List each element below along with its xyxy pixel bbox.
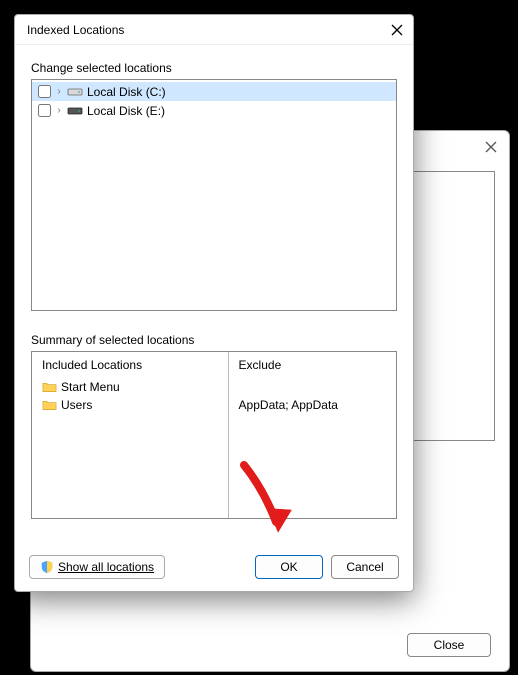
close-icon[interactable]: [389, 22, 405, 38]
tree-checkbox[interactable]: [38, 85, 51, 98]
tree-row-c[interactable]: › Local Disk (C:): [32, 82, 396, 101]
list-item-label: Users: [61, 398, 92, 412]
chevron-right-icon[interactable]: ›: [55, 105, 63, 116]
dialog-title: Indexed Locations: [27, 23, 124, 37]
folder-icon: [42, 399, 57, 411]
close-icon[interactable]: [483, 139, 499, 155]
tree-label: Local Disk (E:): [87, 104, 165, 118]
show-all-locations-button[interactable]: Show all locations: [29, 555, 165, 579]
list-item-label: Start Menu: [61, 380, 120, 394]
dialog-body: Change selected locations › Local Disk (…: [15, 45, 413, 547]
change-locations-label: Change selected locations: [31, 61, 397, 75]
exclude-text: AppData; AppData: [239, 398, 338, 412]
show-all-label: Show all locations: [58, 560, 154, 574]
tree-label: Local Disk (C:): [87, 85, 166, 99]
dialog-footer: Show all locations OK Cancel: [15, 547, 413, 591]
titlebar: Indexed Locations: [15, 15, 413, 45]
exclude-column: Exclude AppData; AppData: [229, 352, 396, 518]
close-button[interactable]: Close: [407, 633, 491, 657]
included-header: Included Locations: [42, 358, 218, 372]
included-column: Included Locations Start Menu Users: [32, 352, 229, 518]
exclude-header: Exclude: [239, 358, 386, 372]
tree-row-e[interactable]: › Local Disk (E:): [32, 101, 396, 120]
list-item[interactable]: Start Menu: [42, 378, 218, 396]
summary-box: Included Locations Start Menu Users Excl…: [31, 351, 397, 519]
drive-icon: [67, 86, 83, 98]
tree-checkbox[interactable]: [38, 104, 51, 117]
indexed-locations-dialog: Indexed Locations Change selected locati…: [14, 14, 414, 592]
drive-icon: [67, 105, 83, 117]
list-item[interactable]: Users: [42, 396, 218, 414]
chevron-right-icon[interactable]: ›: [55, 86, 63, 97]
exclude-value: AppData; AppData: [239, 396, 386, 414]
shield-icon: [40, 560, 54, 574]
ok-button[interactable]: OK: [255, 555, 323, 579]
cancel-button[interactable]: Cancel: [331, 555, 399, 579]
summary-label: Summary of selected locations: [31, 333, 397, 347]
locations-tree[interactable]: › Local Disk (C:) › Local Disk (E:): [31, 79, 397, 311]
folder-icon: [42, 381, 57, 393]
